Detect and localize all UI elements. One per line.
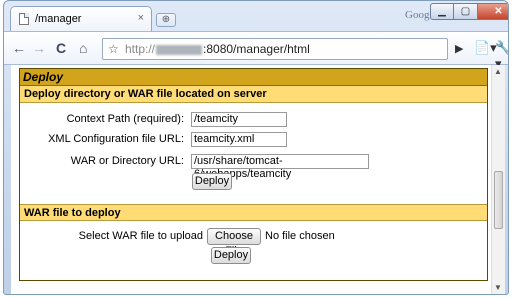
scroll-up-icon[interactable]: ▲ xyxy=(494,67,502,76)
scroll-down-icon[interactable]: ▼ xyxy=(494,283,502,292)
maximize-button[interactable]: ▢ xyxy=(454,3,478,20)
war-dir-input[interactable]: /usr/share/tomcat-6/webapps/teamcity xyxy=(191,154,369,180)
redacted-host xyxy=(156,44,203,55)
new-tab-button[interactable]: ⊕ xyxy=(156,13,176,27)
tab-title: /manager xyxy=(35,13,82,25)
browser-tab[interactable]: /manager × xyxy=(10,6,152,31)
war-section-title: WAR file to deploy xyxy=(20,204,487,221)
bookmark-star-icon[interactable]: ☆ xyxy=(108,39,119,59)
war-dir-label: WAR or Directory URL: xyxy=(70,155,184,167)
home-icon[interactable]: ⌂ xyxy=(79,40,87,56)
forward-arrow-icon[interactable]: → xyxy=(32,40,46,56)
deploy-dir-section-title: Deploy directory or WAR file located on … xyxy=(20,86,487,103)
no-file-text: No file chosen xyxy=(265,230,335,242)
deploy-button[interactable]: Deploy xyxy=(192,173,232,190)
browser-window: /manager × ⊕ Google ▁ ▢ ✕ ← → C ⌂ ☆ http… xyxy=(3,0,509,295)
context-path-label: Context Path (required): xyxy=(66,113,184,125)
page-icon xyxy=(19,13,29,25)
close-window-button[interactable]: ✕ xyxy=(478,3,508,20)
war-upload-section: WAR file to deploy Select WAR file to up… xyxy=(20,204,487,264)
back-arrow-icon[interactable]: ← xyxy=(12,40,26,56)
go-arrow-icon[interactable]: ▶ xyxy=(455,42,463,55)
page-content: Deploy Deploy directory or WAR file loca… xyxy=(11,65,505,294)
address-bar[interactable]: ☆ http:// :8080/manager/html xyxy=(102,38,448,60)
minimize-button[interactable]: ▁ xyxy=(430,3,454,20)
deploy-war-button[interactable]: Deploy xyxy=(211,247,251,264)
xml-config-input[interactable]: teamcity.xml xyxy=(191,132,287,147)
select-war-label: Select WAR file to upload xyxy=(78,230,203,242)
window-controls: ▁ ▢ ✕ xyxy=(430,3,508,20)
url-scheme: http:// xyxy=(125,42,156,56)
url-path: :8080/manager/html xyxy=(203,42,310,56)
page-menu-icon[interactable]: 📄▾ xyxy=(474,40,497,56)
reload-icon[interactable]: C xyxy=(56,40,66,56)
tab-close-icon[interactable]: × xyxy=(138,12,144,24)
scroll-thumb[interactable] xyxy=(494,171,503,229)
deploy-panel: Deploy Deploy directory or WAR file loca… xyxy=(19,68,488,281)
choose-file-button[interactable]: Choose File xyxy=(207,228,261,257)
deploy-title: Deploy xyxy=(20,69,487,86)
vertical-scrollbar[interactable]: ▲ ▼ xyxy=(491,65,505,294)
xml-config-label: XML Configuration file URL: xyxy=(48,133,184,145)
context-path-input[interactable]: /teamcity xyxy=(191,112,287,127)
browser-toolbar: ← → C ⌂ ☆ http:// :8080/manager/html ▶ 📄▾… xyxy=(4,31,508,71)
title-bar: /manager × ⊕ Google ▁ ▢ ✕ xyxy=(4,1,508,31)
